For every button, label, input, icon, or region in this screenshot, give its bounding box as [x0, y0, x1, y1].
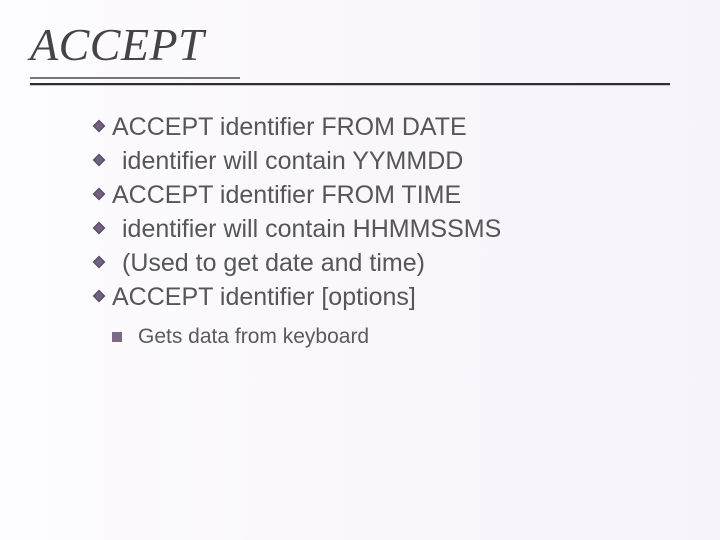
diamond-bullet-icon	[92, 153, 112, 167]
bullet-list: ACCEPT identifier FROM DATE identifier w…	[92, 111, 720, 313]
diamond-bullet-icon	[92, 255, 112, 269]
diamond-bullet-icon	[92, 289, 112, 303]
bullet-text: identifier will contain HHMMSSMS	[112, 213, 501, 245]
bullet-text: ACCEPT identifier FROM TIME	[112, 179, 461, 211]
bullet-text: ACCEPT identifier FROM DATE	[112, 111, 467, 143]
bullet-text: (Used to get date and time)	[112, 247, 425, 279]
list-item: (Used to get date and time)	[92, 247, 720, 279]
list-item: ACCEPT identifier FROM DATE	[92, 111, 720, 143]
bullet-text: identifier will contain YYMMDD	[112, 145, 463, 177]
diamond-bullet-icon	[92, 119, 112, 133]
diamond-bullet-icon	[92, 187, 112, 201]
sub-bullet-text: Gets data from keyboard	[138, 325, 369, 349]
list-item: ACCEPT identifier [options]	[92, 281, 720, 313]
square-bullet-icon	[112, 332, 122, 342]
list-item: ACCEPT identifier FROM TIME	[92, 179, 720, 211]
diamond-bullet-icon	[92, 221, 112, 235]
sub-list-item: Gets data from keyboard	[112, 325, 720, 349]
bullet-text: ACCEPT identifier [options]	[112, 281, 416, 313]
list-item: identifier will contain HHMMSSMS	[92, 213, 720, 245]
slide-title: ACCEPT	[30, 18, 720, 71]
list-item: identifier will contain YYMMDD	[92, 145, 720, 177]
title-underline	[30, 77, 690, 85]
